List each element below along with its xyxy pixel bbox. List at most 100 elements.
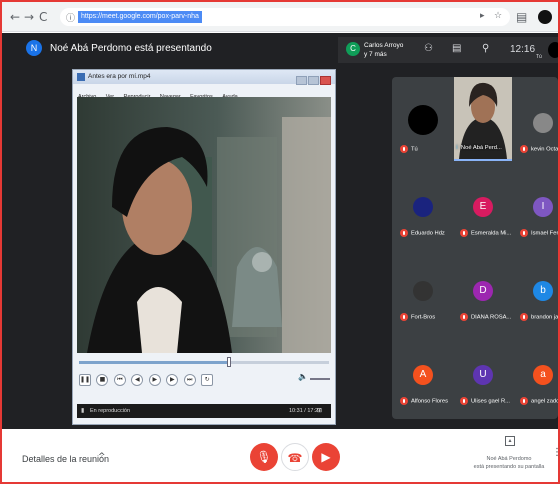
participant-name: DIANA ROSA...: [471, 314, 512, 321]
participant-tile[interactable]: b brandon jaim...: [514, 245, 558, 329]
activities-icon[interactable]: ⚲: [482, 43, 489, 54]
volume-slider[interactable]: [310, 378, 330, 380]
media-player-icon: [77, 73, 85, 81]
participant-label: Esmeralda Mi...: [460, 229, 511, 237]
participant-tile[interactable]: Fort-Bros: [394, 245, 452, 329]
participant-tile[interactable]: I Ismael Fernan...: [514, 161, 558, 245]
window-title: Antes era por mí.mp4: [88, 73, 151, 80]
participant-tile[interactable]: U Ulises gael R...: [454, 329, 512, 413]
meet-area: N Noé Abá Perdomo está presentando C Car…: [2, 33, 558, 429]
back-icon[interactable]: ←: [10, 10, 20, 24]
address-bar[interactable]: ⓘ https://meet.google.com/pox-parv-nha ▸…: [60, 8, 510, 26]
clock: 12:16: [510, 44, 536, 55]
more-options-icon[interactable]: ⋮: [552, 447, 558, 458]
rewind-icon[interactable]: ◀: [131, 373, 144, 386]
chevron-up-icon[interactable]: ^: [98, 452, 106, 462]
camera-off-icon[interactable]: ▶: [312, 443, 340, 471]
mic-off-icon: [520, 229, 528, 237]
guest-avatar: C: [346, 42, 360, 56]
participant-grid: Tú ⁞Noé Abá Perd... kevin Octavio Eduardo H…: [392, 77, 558, 419]
volume-icon[interactable]: 🔈: [298, 372, 308, 381]
participant-avatar: E: [473, 197, 493, 217]
participant-tile[interactable]: D DIANA ROSA...: [454, 245, 512, 329]
video-frame: [77, 97, 331, 353]
participant-label: DIANA ROSA...: [460, 313, 511, 321]
participant-name: Tú: [411, 146, 418, 153]
guest-name: Carlos Arroyo: [364, 42, 404, 49]
cast-icon[interactable]: ▸: [480, 11, 485, 21]
extension-icon[interactable]: ▤: [516, 10, 527, 24]
self-avatar[interactable]: [548, 42, 558, 58]
participant-name: angel zadquiel: [531, 398, 558, 405]
chat-icon[interactable]: ▤: [452, 43, 461, 54]
meeting-details-button[interactable]: Detalles de la reunión: [22, 454, 109, 464]
participant-tile[interactable]: kevin Octavio: [514, 77, 558, 161]
url-text[interactable]: https://meet.google.com/pox-parv-nha: [78, 11, 202, 23]
presenting-title: Noé Abá Perdomo está presentando: [50, 43, 212, 54]
participant-label: Alfonso Flores: [400, 397, 448, 405]
window-titlebar: Antes era por mí.mp4: [73, 70, 335, 85]
mic-off-icon: [400, 397, 408, 405]
fullscreen-icon[interactable]: ⊞: [317, 407, 322, 414]
close-icon[interactable]: [320, 76, 331, 85]
participant-avatar: D: [473, 281, 493, 301]
guest-more: y 7 más: [364, 51, 387, 58]
participant-label: Eduardo Hdz: [400, 229, 445, 237]
participant-tile[interactable]: a angel zadquiel: [514, 329, 558, 413]
participant-name: brandon jaim...: [531, 314, 558, 321]
mic-off-icon[interactable]: 🎙: [250, 443, 278, 471]
mic-off-icon: [520, 145, 528, 153]
participant-label: Ismael Fernan...: [520, 229, 558, 237]
participant-avatar: I: [533, 197, 553, 217]
participant-name: Fort-Bros: [411, 314, 436, 321]
presenter-avatar: N: [26, 40, 42, 56]
participant-avatar: U: [473, 365, 493, 385]
stop-icon[interactable]: ■: [96, 373, 109, 386]
participant-name: kevin Octavio: [531, 146, 558, 153]
participant-label: brandon jaim...: [520, 313, 558, 321]
people-icon[interactable]: ⚇: [424, 43, 433, 54]
hangup-icon[interactable]: ☎: [281, 443, 309, 471]
play-icon[interactable]: ▶: [148, 373, 161, 386]
presenting-info: Noé Abá Perdomo está presentando su pant…: [472, 455, 546, 471]
playback-status: En reproducción: [90, 408, 131, 414]
participant-avatar: b: [533, 281, 553, 301]
lock-icon[interactable]: ⓘ: [66, 11, 75, 24]
mic-off-icon: [400, 229, 408, 237]
next-icon[interactable]: ⏭: [183, 373, 196, 386]
participant-name: Esmeralda Mi...: [471, 230, 512, 237]
presentation-header: N Noé Abá Perdomo está presentando C Car…: [2, 33, 558, 63]
menu-bar: Archivo Ver Reproducir Navegar Favoritos…: [73, 85, 335, 100]
participant-avatar: A: [413, 365, 433, 385]
forward-icon[interactable]: →: [24, 10, 34, 24]
minimize-icon[interactable]: [296, 76, 307, 85]
participant-name: Alfonso Flores: [411, 398, 449, 405]
participant-tile[interactable]: Tú: [394, 77, 452, 161]
presenting-name: Noé Abá Perdomo: [486, 456, 532, 462]
participant-label: ⁞ Noé Abá Perd...: [456, 144, 502, 151]
previous-icon[interactable]: ⏮: [113, 373, 126, 386]
participant-label: Ulises gael R...: [460, 397, 510, 405]
seek-handle[interactable]: [227, 357, 231, 367]
reload-icon[interactable]: C: [39, 10, 47, 24]
participant-tile[interactable]: ⁞ Noé Abá Perd...: [454, 77, 512, 161]
forward-icon[interactable]: ▶: [166, 373, 179, 386]
participant-avatar: a: [533, 365, 553, 385]
maximize-icon[interactable]: [308, 76, 319, 85]
seek-bar[interactable]: [79, 357, 329, 367]
participant-avatar: [413, 197, 433, 217]
participant-tile[interactable]: A Alfonso Flores: [394, 329, 452, 413]
repeat-icon[interactable]: ↻: [201, 373, 214, 386]
top-right-panel: C Carlos Arroyo y 7 más ⚇ ▤ ⚲ 12:16 Tú: [338, 37, 558, 63]
speaking-icon: ⁞: [456, 143, 458, 151]
profile-avatar[interactable]: [538, 10, 552, 24]
mic-off-icon: [460, 397, 468, 405]
playback-controls: ❚❚ ■ ⏮ ◀ ▶ ▶ ⏭ ↻: [79, 371, 214, 387]
star-icon[interactable]: ☆: [494, 11, 502, 21]
participant-tile[interactable]: Eduardo Hdz: [394, 161, 452, 245]
pause-icon[interactable]: ❚❚: [79, 373, 91, 386]
participant-tile[interactable]: E Esmeralda Mi...: [454, 161, 512, 245]
screenshot-frame: ← → C ⓘ https://meet.google.com/pox-parv…: [0, 0, 560, 484]
present-icon[interactable]: ▴: [505, 436, 515, 446]
mic-off-icon: [520, 397, 528, 405]
